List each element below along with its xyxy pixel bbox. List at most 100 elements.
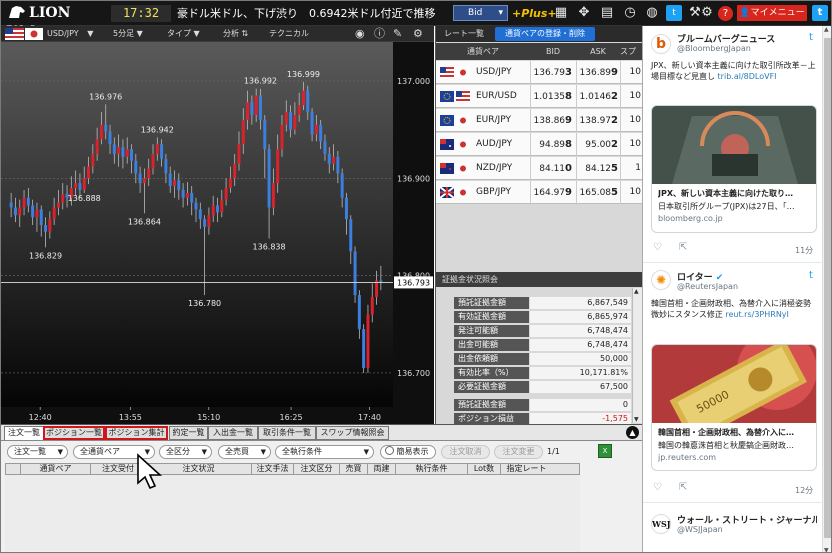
currency-flag-icon: [440, 91, 470, 102]
order-list-select[interactable]: 注文一覧 ▼: [7, 445, 68, 459]
candle: [366, 314, 370, 369]
margin-label: 出金依頼額: [454, 353, 529, 365]
news-ticker[interactable]: 豪ドル米ドル、下げ渋り 0.6942米ドル付近で推移: [177, 5, 447, 22]
link-card[interactable]: 50000 韓国首相・企画財政相、為替介入に… 韓国の韓悳洙首相と秋慶鎬企画財政…: [651, 344, 817, 471]
scroll-up-icon[interactable]: ▲: [634, 288, 639, 295]
tweet-age: 12分: [795, 486, 814, 495]
like-icon[interactable]: ♡: [653, 482, 662, 493]
margin-label: 必要証拠金額: [454, 381, 529, 393]
rate-bid[interactable]: 94.898: [530, 133, 574, 157]
collapse-up-icon[interactable]: ▲: [626, 426, 639, 439]
rate-row[interactable]: NZD/JPY 84.110 84.125 1: [436, 157, 643, 181]
tab-positions[interactable]: ポジション一覧: [43, 426, 105, 440]
technical-button[interactable]: テクニカル: [269, 26, 319, 42]
share-icon[interactable]: ⇱: [679, 242, 687, 253]
help-icon[interactable]: ?: [718, 6, 733, 21]
scroll-thumb[interactable]: [824, 38, 831, 538]
gear-icon[interactable]: ⚙: [699, 5, 715, 21]
tweet-link[interactable]: trib.al/8DLoVFI: [718, 72, 777, 81]
candle: [258, 95, 262, 120]
plus-logo[interactable]: +Plus+: [512, 5, 557, 22]
info-icon[interactable]: ⓘ: [374, 26, 388, 42]
change-order-button[interactable]: 注文変更: [494, 445, 543, 459]
settings-icon[interactable]: ⚙: [413, 26, 427, 42]
tab-swap-info[interactable]: スワップ情報照会: [316, 426, 389, 440]
rate-ask[interactable]: 95.002: [576, 133, 620, 157]
rate-ask[interactable]: 138.972: [576, 109, 620, 133]
clock-icon[interactable]: ◷: [622, 5, 638, 21]
sort-icon: ⇅: [241, 29, 249, 38]
tweet-link[interactable]: reut.rs/3PHRNyI: [725, 310, 789, 319]
candle: [237, 144, 241, 164]
tab-rate-list[interactable]: レート一覧: [439, 27, 489, 41]
twitter-toggle-icon[interactable]: t: [812, 5, 828, 21]
tab-deposits[interactable]: 入出金一覧: [208, 426, 258, 440]
margin-row: 必要証拠金額 67,500: [454, 381, 631, 394]
tab-position-summary[interactable]: ポジション集計: [105, 426, 168, 440]
candle: [362, 329, 366, 369]
candle: [284, 112, 288, 125]
rate-bid[interactable]: 138.869: [530, 109, 574, 133]
simple-display-label: 簡易表示: [396, 447, 429, 456]
my-menu-button[interactable]: 👤マイメニュー: [737, 5, 807, 21]
margin-scrollbar[interactable]: ▲ ▼: [632, 288, 642, 423]
rate-row[interactable]: USD/JPY 136.793 136.899 10: [436, 61, 643, 85]
twitter-timeline: b ブルームバーグニュース @BloombergJapan t JPX、新しい資…: [642, 26, 831, 552]
tab-executions[interactable]: 約定一覧: [169, 426, 208, 440]
order-list-value: 注文一覧: [14, 447, 46, 456]
margin-value: 67,500: [530, 381, 631, 393]
bid-ask-select[interactable]: Bid ▾: [453, 5, 508, 21]
twitter-bird-icon[interactable]: t: [809, 32, 819, 43]
exec-filter-select[interactable]: 全執行条件 ▼: [275, 445, 374, 459]
simple-display-toggle[interactable]: 簡易表示: [380, 445, 436, 459]
rate-row[interactable]: EUR/USD 1.01358 1.01462 10: [436, 85, 643, 109]
scroll-up-icon[interactable]: ▲: [824, 26, 829, 33]
price-chart[interactable]: 137.000 136.900 136.800 136.700 136.793 136.9…: [1, 42, 434, 424]
page-indicator: 1/1: [547, 447, 560, 456]
pair-select[interactable]: USD/JPY ▼: [47, 26, 107, 42]
twitter-bird-icon[interactable]: t: [809, 270, 819, 281]
draw-tool-icon[interactable]: ✎: [393, 26, 407, 42]
rate-bid[interactable]: 84.110: [530, 157, 574, 181]
candle: [314, 124, 318, 135]
move-icon[interactable]: ✥: [576, 5, 592, 21]
timeframe-select[interactable]: 5分足 ▼: [113, 26, 158, 42]
col-lots: Lot数: [467, 464, 500, 474]
cancel-order-button[interactable]: 注文取消: [441, 445, 490, 459]
tab-orders[interactable]: 注文一覧: [4, 426, 44, 440]
margin-value: 6,865,974: [530, 311, 631, 323]
chart-type-select[interactable]: タイプ ▼: [167, 26, 217, 42]
rate-row[interactable]: AUD/JPY 94.898 95.002 10: [436, 133, 643, 157]
chat-icon[interactable]: ◍: [644, 5, 660, 21]
price-annotation: 136.942: [141, 125, 174, 134]
analysis-button[interactable]: 分析 ⇅: [223, 26, 261, 42]
rate-bid[interactable]: 164.979: [530, 181, 574, 205]
excel-export-icon[interactable]: X: [598, 444, 612, 458]
rate-bid[interactable]: 136.793: [530, 61, 574, 85]
tab-conditions[interactable]: 取引条件一覧: [258, 426, 316, 440]
candle: [267, 149, 271, 208]
link-card[interactable]: JPX、新しい資本主義に向けた取り… 日本取引所グループ(JPX)は27日、「……: [651, 105, 817, 233]
grid-icon[interactable]: ▦: [553, 5, 569, 21]
rate-row[interactable]: EUR/JPY 138.869 138.972 10: [436, 109, 643, 133]
rate-tabs: レート一覧 通貨ペアの登録・削除: [436, 26, 643, 42]
lion-web-logo[interactable]: LION Web: [7, 4, 101, 40]
tiles-icon[interactable]: ▤: [599, 5, 615, 21]
twitter-icon[interactable]: t: [666, 5, 682, 21]
scroll-down-icon[interactable]: ▼: [634, 416, 639, 423]
rate-ask[interactable]: 136.899: [576, 61, 620, 85]
side-filter-select[interactable]: 全売買 ▼: [218, 445, 271, 459]
share-icon[interactable]: ⇱: [679, 482, 687, 493]
twitter-scrollbar[interactable]: ▲ ▼: [822, 26, 831, 552]
rate-ask[interactable]: 84.125: [576, 157, 620, 181]
like-icon[interactable]: ♡: [653, 242, 662, 253]
rate-ask[interactable]: 165.085: [576, 181, 620, 205]
rate-ask[interactable]: 1.01462: [576, 85, 620, 109]
banknote-image: 50000: [652, 345, 816, 423]
scroll-down-icon[interactable]: ▼: [824, 547, 829, 552]
rate-row[interactable]: GBP/JPY 164.979 165.085 10: [436, 181, 643, 205]
register-pairs-button[interactable]: 通貨ペアの登録・削除: [495, 27, 595, 41]
candle: [173, 180, 177, 187]
rate-bid[interactable]: 1.01358: [530, 85, 574, 109]
palette-icon[interactable]: ◉: [355, 26, 369, 42]
